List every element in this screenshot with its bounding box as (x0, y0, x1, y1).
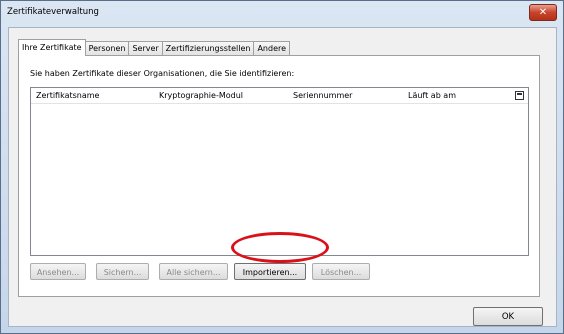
column-serial-number[interactable]: Seriennummer (293, 91, 352, 100)
column-certificate-name[interactable]: Zertifikatsname (36, 91, 99, 100)
tab-servers[interactable]: Server (128, 41, 163, 55)
tab-your-certificates[interactable]: Ihre Zertifikate (18, 39, 86, 56)
column-picker-icon[interactable] (515, 91, 524, 100)
tab-people[interactable]: Personen (84, 41, 130, 55)
import-button[interactable]: Importieren... (234, 263, 306, 280)
intro-text: Sie haben Zertifikate dieser Organisatio… (30, 69, 295, 78)
column-crypto-module[interactable]: Kryptographie-Modul (159, 91, 243, 100)
certificate-list[interactable]: Zertifikatsname Kryptographie-Modul Seri… (30, 87, 529, 256)
tab-authorities[interactable]: Zertifizierungsstellen (161, 41, 255, 55)
highlight-ellipse (231, 232, 329, 263)
tab-others[interactable]: Andere (253, 41, 291, 55)
window-title: Zertifikateverwaltung (7, 7, 99, 17)
view-button[interactable]: Ansehen... (30, 263, 86, 280)
backup-all-button[interactable]: Alle sichern... (159, 263, 228, 280)
column-header: Zertifikatsname Kryptographie-Modul Seri… (31, 88, 528, 104)
title-bar: Zertifikateverwaltung ✕ (1, 1, 563, 23)
close-icon[interactable]: ✕ (529, 4, 557, 21)
column-expires-on[interactable]: Läuft ab am (408, 91, 456, 100)
tab-bar: Ihre Zertifikate Personen Server Zertifi… (18, 39, 291, 56)
delete-button[interactable]: Löschen... (312, 263, 370, 280)
backup-button[interactable]: Sichern... (96, 263, 149, 280)
certificate-manager-window: Zertifikateverwaltung ✕ Ihre Zertifikate… (0, 0, 564, 334)
ok-button[interactable]: OK (473, 307, 543, 326)
dialog-body: Ihre Zertifikate Personen Server Zertifi… (8, 27, 557, 327)
